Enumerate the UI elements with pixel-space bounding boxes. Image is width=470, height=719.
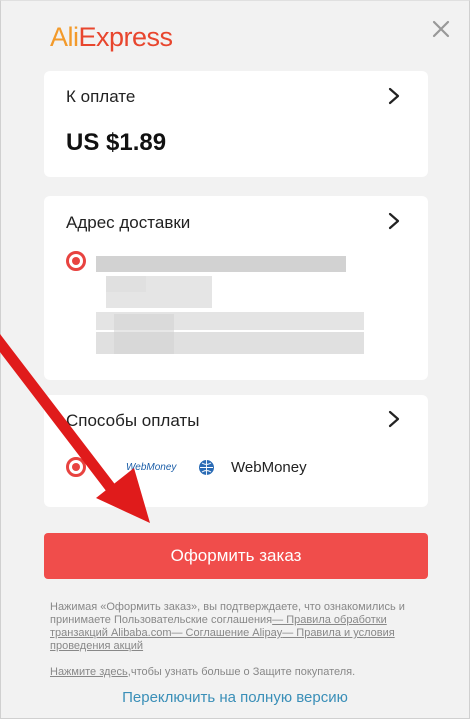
- shipping-address-card[interactable]: Адрес доставки: [44, 196, 428, 380]
- link-alipay-agreement[interactable]: — Соглашение Alipay: [172, 627, 283, 639]
- legal-text: Нажимая «Оформить заказ», вы подтверждае…: [50, 601, 430, 653]
- chevron-right-icon: [388, 410, 400, 428]
- radio-selected-icon[interactable]: [66, 457, 86, 477]
- webmoney-logo: WebMoney: [126, 462, 177, 473]
- chevron-right-icon: [388, 87, 400, 105]
- buyer-protection-note: ,чтобы узнать больше о Защите покупателя…: [127, 666, 356, 678]
- payment-method-name: WebMoney: [231, 459, 307, 476]
- switch-full-version-link[interactable]: Переключить на полную версию: [0, 689, 470, 706]
- logo-part-express: Express: [78, 22, 174, 52]
- payment-methods-label: Способы оплаты: [66, 411, 200, 430]
- close-icon[interactable]: [430, 18, 452, 40]
- radio-selected-icon[interactable]: [66, 251, 86, 271]
- chevron-right-icon: [388, 212, 400, 230]
- payment-total-label: К оплате: [66, 87, 136, 106]
- place-order-button[interactable]: Оформить заказ: [44, 533, 428, 579]
- payment-methods-card[interactable]: Способы оплаты WebMoney WebMoney: [44, 395, 428, 507]
- logo-part-ali: Ali: [50, 22, 79, 52]
- payment-total-amount: US $1.89: [66, 129, 167, 156]
- aliexpress-logo: AliExpress: [50, 22, 173, 56]
- shipping-address-label: Адрес доставки: [66, 213, 191, 232]
- buyer-protection-text: Нажмите здесь,чтобы узнать больше о Защи…: [50, 666, 355, 678]
- payment-total-card[interactable]: К оплате US $1.89: [44, 71, 428, 177]
- buyer-protection-link[interactable]: Нажмите здесь: [50, 666, 128, 678]
- webmoney-globe-icon: [199, 460, 214, 475]
